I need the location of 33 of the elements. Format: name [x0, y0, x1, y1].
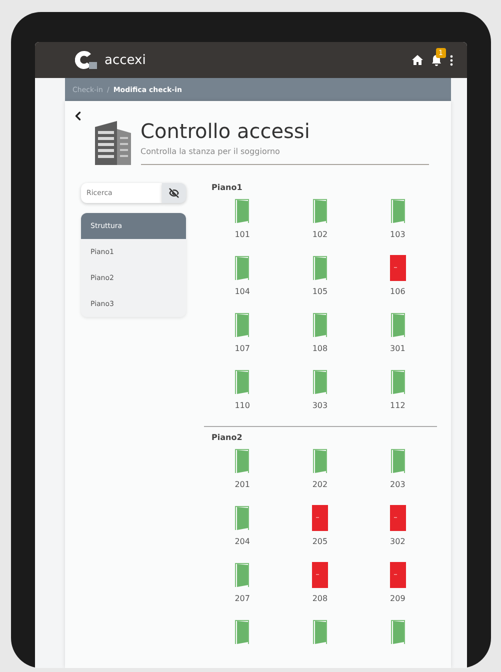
room-number: 106 — [390, 287, 406, 296]
floor-heading: Piano1 — [210, 183, 244, 192]
room-number: 207 — [234, 594, 250, 603]
room-number: 101 — [234, 230, 250, 239]
room-number: 208 — [312, 594, 328, 603]
building-icon — [92, 119, 132, 165]
more-options-icon[interactable] — [450, 54, 452, 66]
room-number: 103 — [390, 230, 406, 239]
page-title: Controllo accessi — [140, 119, 311, 143]
room-number: 302 — [390, 537, 406, 546]
room-number: 204 — [234, 537, 250, 546]
room-number: 209 — [390, 594, 406, 603]
hide-button[interactable] — [162, 183, 186, 203]
room-number: 110 — [234, 401, 250, 410]
room-number: 105 — [312, 287, 328, 296]
room-number: 201 — [234, 480, 250, 489]
room-number: 303 — [312, 401, 328, 410]
room-number: 112 — [390, 401, 406, 410]
room-number: 202 — [312, 480, 328, 489]
eye-off-icon — [168, 188, 178, 198]
room-number: 205 — [312, 537, 328, 546]
home-icon[interactable] — [412, 55, 422, 65]
room-number: 108 — [312, 344, 328, 353]
room-number: 102 — [312, 230, 328, 239]
room-number: 107 — [234, 344, 250, 353]
notification-icon[interactable] — [430, 54, 442, 66]
floor-heading: Piano2 — [210, 433, 244, 442]
room-number: 104 — [234, 287, 250, 296]
page-subtitle: Controlla la stanza per il soggiorno — [140, 147, 281, 156]
room-number: 301 — [390, 344, 406, 353]
room-number: 203 — [390, 480, 406, 489]
logo-icon — [74, 51, 96, 69]
logo-text: accexi — [104, 52, 146, 68]
